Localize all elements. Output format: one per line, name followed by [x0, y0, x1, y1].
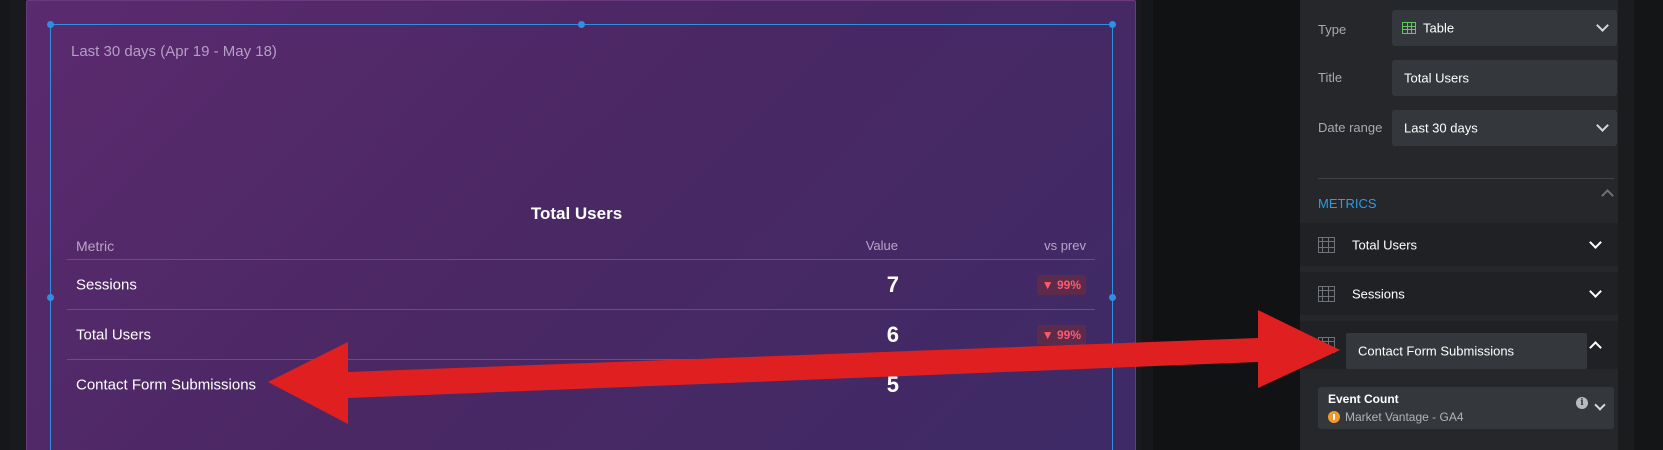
row-metric-name: Sessions	[76, 276, 137, 293]
widget-date-range-label: Last 30 days (Apr 19 - May 18)	[71, 43, 277, 60]
metric-item-sessions[interactable]: Sessions	[1300, 272, 1618, 315]
row-metric-name: Contact Form Submissions	[76, 376, 257, 394]
chevron-down-icon[interactable]	[1594, 399, 1606, 411]
chevron-down-icon[interactable]	[1589, 284, 1602, 298]
column-header-vs-prev: vs prev	[1044, 238, 1086, 253]
title-field-label: Title	[1318, 70, 1343, 85]
title-input[interactable]: Total Users	[1392, 60, 1617, 96]
panel-scrollbar[interactable]	[1618, 0, 1634, 450]
title-input-value: Total Users	[1404, 70, 1470, 86]
grid-icon	[1318, 236, 1335, 253]
resize-handle-top-left[interactable]	[47, 21, 54, 28]
canvas-gutter	[1153, 0, 1300, 450]
event-count-title: Event Count	[1328, 392, 1399, 406]
table-icon	[1402, 22, 1416, 34]
chevron-up-icon[interactable]	[1589, 341, 1602, 354]
row-change-cell: ▼ 99%	[1036, 324, 1086, 345]
resize-handle-middle-left[interactable]	[47, 294, 54, 301]
row-change-cell: ▼ 99%	[1036, 274, 1086, 295]
event-data-source: Market Vantage - GA4	[1345, 410, 1464, 424]
change-badge: ▼ 99%	[1036, 274, 1086, 295]
chevron-down-icon[interactable]	[1589, 235, 1602, 249]
type-select[interactable]: Table	[1392, 10, 1617, 46]
metric-name-input[interactable]: Contact Form Submissions	[1346, 333, 1587, 369]
event-count-source-select[interactable]: Event Count Market Vantage - GA4 i	[1318, 387, 1614, 429]
chevron-down-icon	[1596, 119, 1609, 132]
metric-item-total-users[interactable]: Total Users	[1300, 223, 1618, 266]
column-header-metric: Metric	[76, 238, 115, 254]
panel-divider	[1318, 178, 1614, 179]
date-range-field-label: Date range	[1318, 120, 1383, 135]
resize-handle-top-right[interactable]	[1109, 21, 1116, 28]
grid-icon	[1318, 337, 1335, 353]
row-metric-value: 5	[886, 372, 899, 397]
row-metric-name: Total Users	[76, 326, 152, 343]
row-metric-value: 7	[886, 271, 899, 297]
table-row: Contact Form Submissions 5	[67, 360, 1095, 410]
table-header-row: Metric Value vs prev	[67, 232, 1095, 260]
metrics-section-header[interactable]: METRICS	[1318, 196, 1377, 211]
window-edge	[1634, 0, 1663, 450]
metric-item-label: Sessions	[1352, 286, 1405, 301]
column-header-value: Value	[865, 238, 898, 253]
info-icon[interactable]: i	[1576, 397, 1588, 409]
metric-item-label: Total Users	[1352, 237, 1418, 252]
chevron-down-icon	[1596, 19, 1609, 32]
type-select-value: Table	[1423, 20, 1455, 36]
metric-name-input-value: Contact Form Submissions	[1358, 343, 1515, 359]
table-row: Sessions 7 ▼ 99%	[67, 260, 1095, 310]
date-range-select-value: Last 30 days	[1404, 120, 1478, 136]
google-analytics-icon	[1328, 411, 1340, 423]
date-range-select[interactable]: Last 30 days	[1392, 110, 1617, 146]
type-field-label: Type	[1318, 22, 1347, 37]
resize-handle-middle-right[interactable]	[1109, 294, 1116, 301]
resize-handle-top-center[interactable]	[578, 21, 585, 28]
grid-icon	[1318, 285, 1335, 302]
widget-title: Total Users	[530, 204, 623, 223]
table-row: Total Users 6 ▼ 99%	[67, 310, 1095, 360]
row-metric-value: 6	[886, 321, 899, 347]
metrics-table: Metric Value vs prev Sessions 7 ▼ 99% To…	[67, 232, 1095, 410]
change-badge: ▼ 99%	[1036, 324, 1086, 345]
